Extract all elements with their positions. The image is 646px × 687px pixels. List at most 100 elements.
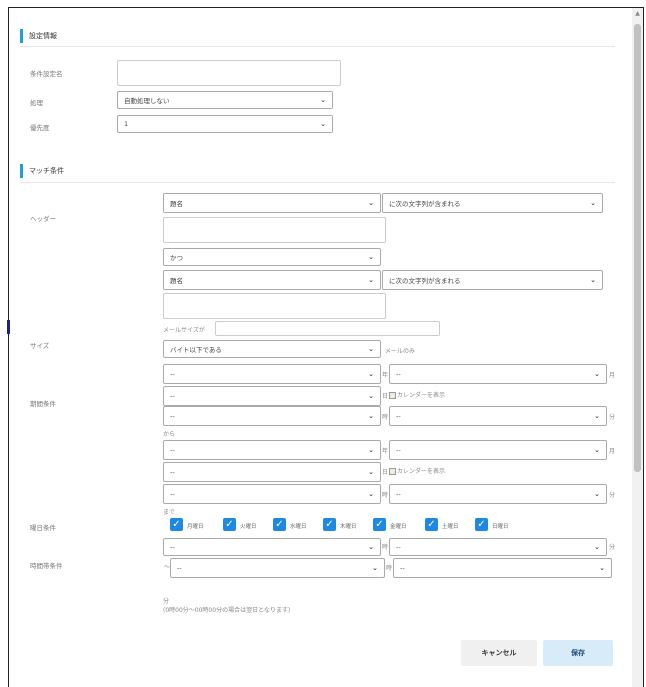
chevron-down-icon: ⌄ [368,392,374,400]
header-field-1-value: 題名 [170,200,183,208]
chevron-down-icon: ⌄ [594,412,600,420]
size-input[interactable] [215,321,440,336]
scroll-up-icon[interactable]: ▲ [634,10,641,17]
unit-year-text: 年 [382,448,389,455]
weekday-label-tue: 火曜日 [240,524,257,530]
weekday-label-sat: 土曜日 [442,524,459,530]
select-value: -- [396,412,401,420]
size-suffix-text: メールのみ [385,348,416,355]
priority-select[interactable]: 1 ⌄ [117,115,333,133]
period-to-min-select[interactable]: -- ⌄ [389,484,607,504]
period-from-min-select[interactable]: -- ⌄ [389,406,607,426]
process-select[interactable]: 自動処理しない ⌄ [117,91,333,109]
header-op-select-2[interactable]: に次の文字列が含まれる ⌄ [382,270,603,290]
header-text-input-1[interactable] [163,217,386,243]
unit-month-text: 月 [609,372,616,379]
chevron-down-icon: ⌄ [594,543,600,551]
weekday-label-fri: 金曜日 [390,524,407,530]
chevron-down-icon: ⌄ [368,412,374,420]
header-op-2-value: に次の文字列が含まれる [389,277,461,285]
weekday-label-thu: 木曜日 [340,524,357,530]
time-cond-note: (0時00分～00時00分の場合は翌日となります) [163,607,291,614]
unit-month-text: 月 [609,448,616,455]
section-accent-bar [20,29,23,43]
weekday-checkbox-wed[interactable]: ✓ [273,518,286,531]
calendar-icon [389,392,396,399]
header-op-select-1[interactable]: に次の文字列が含まれる ⌄ [382,193,603,213]
period-from-text: から [163,431,176,438]
calendar-link-from[interactable]: カレンダーを表示 [389,390,445,399]
chevron-down-icon: ⌄ [372,564,378,572]
chevron-down-icon: ⌄ [594,370,600,378]
calendar-icon [389,468,396,475]
weekday-cond-label: 曜日条件 [30,524,56,532]
size-prefix-text: メールサイズが [163,327,205,334]
header-text-input-2[interactable] [163,293,386,319]
select-value: -- [396,490,401,498]
chevron-down-icon: ⌄ [599,564,605,572]
process-select-value: 自動処理しない [124,97,170,105]
select-value: -- [400,564,405,572]
weekday-checkbox-sun[interactable]: ✓ [475,518,488,531]
rule-name-input[interactable] [117,60,341,86]
weekday-checkbox-tue[interactable]: ✓ [223,518,236,531]
period-to-day-select[interactable]: -- ⌄ [163,462,381,482]
chevron-down-icon: ⌄ [368,370,374,378]
time-unit-note: 分 [163,598,170,605]
select-value: -- [396,543,401,551]
header-conjunction-select[interactable]: かつ ⌄ [163,248,381,266]
weekday-label-mon: 月曜日 [187,524,204,530]
period-from-year-select[interactable]: -- ⌄ [163,364,381,384]
rule-name-label: 条件設定名 [30,70,63,78]
unit-hour-text: 時 [386,565,393,572]
time-from-hour-select[interactable]: -- ⌄ [163,538,381,556]
weekday-checkbox-thu[interactable]: ✓ [323,518,336,531]
period-to-hour-select[interactable]: -- ⌄ [163,484,381,504]
period-to-text: まで [163,509,176,516]
period-from-day-select[interactable]: -- ⌄ [163,386,381,406]
unit-day-text: 日 [382,469,389,476]
period-from-hour-select[interactable]: -- ⌄ [163,406,381,426]
settings-section-header: 設定情報 [20,25,57,47]
save-button[interactable]: 保存 [543,640,613,666]
select-value: -- [396,370,401,378]
priority-select-value: 1 [124,120,129,128]
calendar-link-to[interactable]: カレンダーを表示 [389,466,445,475]
chevron-down-icon: ⌄ [368,468,374,476]
chevron-down-icon: ⌄ [368,490,374,498]
unit-min-text: 分 [609,492,616,499]
time-to-hour-select[interactable]: -- ⌄ [170,558,385,578]
select-value: -- [170,490,175,498]
unit-hour-text: 時 [382,492,389,499]
match-section-header: マッチ条件 [20,160,64,182]
header-field-2-value: 題名 [170,277,183,285]
scrollbar-thumb[interactable] [634,24,641,472]
period-to-month-select[interactable]: -- ⌄ [389,440,607,460]
process-label: 処理 [30,99,43,107]
focus-marker [7,320,10,334]
match-section-title: マッチ条件 [29,167,64,175]
weekday-checkbox-mon[interactable]: ✓ [170,518,183,531]
size-op-value: バイト以下である [170,346,222,354]
chevron-down-icon: ⌄ [368,276,374,284]
header-field-select-2[interactable]: 題名 ⌄ [163,270,381,290]
period-to-year-select[interactable]: -- ⌄ [163,440,381,460]
time-from-min-select[interactable]: -- ⌄ [389,538,607,556]
header-field-select-1[interactable]: 題名 ⌄ [163,193,381,213]
chevron-down-icon: ⌄ [368,543,374,551]
size-cond-label: サイズ [30,342,50,350]
chevron-down-icon: ⌄ [368,446,374,454]
unit-min-text: 分 [609,544,616,551]
calendar-link-text: カレンダーを表示 [397,468,446,475]
time-to-min-select[interactable]: -- ⌄ [393,558,612,578]
chevron-down-icon: ⌄ [368,199,374,207]
chevron-down-icon: ⌄ [594,446,600,454]
cancel-button[interactable]: キャンセル [461,640,537,666]
chevron-down-icon: ⌄ [590,199,596,207]
weekday-checkbox-sat[interactable]: ✓ [425,518,438,531]
select-value: -- [396,446,401,454]
time-cond-label: 時間帯条件 [30,562,63,570]
period-from-month-select[interactable]: -- ⌄ [389,364,607,384]
weekday-checkbox-fri[interactable]: ✓ [373,518,386,531]
size-op-select[interactable]: バイト以下である ⌄ [163,340,381,358]
